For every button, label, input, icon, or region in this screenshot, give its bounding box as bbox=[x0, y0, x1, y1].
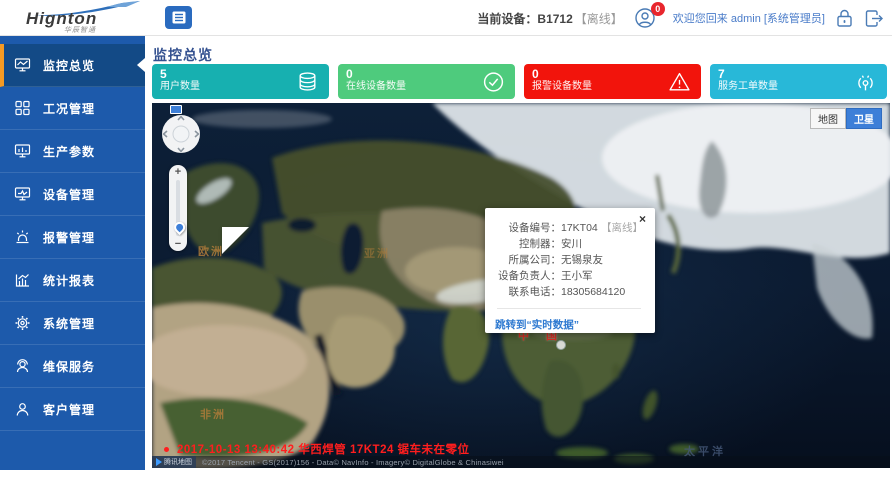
logout-icon bbox=[864, 9, 884, 28]
sidebar-item-statistics-report[interactable]: 统计报表 bbox=[0, 259, 145, 302]
popup-row-controller: 控制器：安川 bbox=[495, 236, 643, 252]
alarm-ticker: 2017-10-13 13:40:42 华西焊管 17KT24 锯车未在零位 bbox=[164, 441, 470, 457]
sidebar-item-label: 工况管理 bbox=[43, 100, 95, 117]
satellite-mode-button[interactable]: 卫星 bbox=[846, 108, 882, 129]
main-content: 监控总览 5 用户数量 0 在线设备数量 bbox=[145, 36, 892, 480]
bar-chart-icon bbox=[14, 272, 31, 288]
zoom-track[interactable] bbox=[176, 180, 180, 236]
map-pan-control[interactable] bbox=[160, 113, 202, 155]
map-type-toggle: 地图 卫星 bbox=[810, 108, 882, 129]
sidebar-item-label: 维保服务 bbox=[43, 358, 95, 375]
realtime-data-link[interactable]: 跳转到“实时数据” bbox=[495, 317, 643, 332]
header-right-group: 当前设备：B1712【离线】 0 欢迎您回来 admin [系统管理员] bbox=[477, 0, 884, 36]
sidebar-item-production-params[interactable]: 生产参数 bbox=[0, 130, 145, 173]
sidebar-item-device-mgmt[interactable]: 设备管理 bbox=[0, 173, 145, 216]
alert-message: 2017-10-13 13:40:42 华西焊管 17KT24 锯车未在零位 bbox=[177, 441, 470, 457]
sidebar-item-customer-mgmt[interactable]: 客户管理 bbox=[0, 388, 145, 431]
attribution-text: ©2017 Tencent - GS(2017)156 - Data© NavI… bbox=[202, 458, 504, 467]
support-headset-icon bbox=[14, 358, 31, 374]
logo-subtext: 华辰智通 bbox=[64, 25, 96, 35]
sidebar-item-alarm-mgmt[interactable]: 报警管理 bbox=[0, 216, 145, 259]
warning-triangle-icon bbox=[668, 70, 691, 93]
sidebar-toggle-button[interactable] bbox=[165, 6, 192, 29]
sidebar-item-condition-mgmt[interactable]: 工况管理 bbox=[0, 87, 145, 130]
lock-icon bbox=[835, 8, 854, 28]
database-icon bbox=[296, 70, 319, 93]
map-zoom-slider: + − bbox=[169, 165, 187, 251]
check-circle-icon bbox=[482, 70, 505, 93]
sidebar-item-label: 系统管理 bbox=[43, 315, 95, 332]
lock-screen-button[interactable] bbox=[835, 8, 854, 28]
welcome-user-text[interactable]: 欢迎您回来 admin [系统管理员] bbox=[673, 10, 825, 26]
popup-row-owner: 设备负责人：王小军 bbox=[495, 268, 643, 284]
alarm-siren-icon bbox=[14, 229, 31, 245]
popup-row-company: 所属公司：无锡泉友 bbox=[495, 252, 643, 268]
monitor-icon bbox=[14, 186, 31, 202]
app-window: Hignton 华辰智通 当前设备：B1712【离线】 0 bbox=[0, 0, 892, 480]
user-icon bbox=[14, 401, 31, 417]
device-status-text: 【离线】 bbox=[575, 12, 623, 26]
sidebar-nav: 监控总览 工况管理 生产参数 设备管理 bbox=[0, 36, 145, 470]
kpi-cards-row: 5 用户数量 0 在线设备数量 0 报警设备数量 bbox=[152, 64, 888, 99]
brand-logo: Hignton 华辰智通 bbox=[12, 1, 142, 35]
zoom-in-button[interactable]: + bbox=[175, 167, 181, 177]
sidebar-item-label: 生产参数 bbox=[43, 143, 95, 160]
sidebar-item-monitor-overview[interactable]: 监控总览 bbox=[0, 44, 145, 87]
zoom-thumb-handle[interactable] bbox=[172, 220, 188, 236]
sidebar-item-label: 设备管理 bbox=[43, 186, 95, 203]
current-device-text: 当前设备：B1712【离线】 bbox=[477, 10, 622, 27]
sidebar-item-label: 监控总览 bbox=[43, 57, 95, 74]
device-info-popup: × 设备编号：17KT04 【离线】 控制器：安川 所属公司：无锡泉友 设备负责… bbox=[485, 208, 655, 333]
popup-row-phone: 联系电话：18305684120 bbox=[495, 284, 643, 300]
map-label-africa: 非洲 bbox=[200, 406, 226, 422]
notifications-button[interactable]: 0 bbox=[633, 6, 663, 30]
kpi-card-alarm-devices: 0 报警设备数量 bbox=[524, 64, 701, 99]
broadcast-icon bbox=[854, 70, 877, 93]
sidebar-item-label: 统计报表 bbox=[43, 272, 95, 289]
page-title: 监控总览 bbox=[153, 45, 213, 65]
popup-device-status: 【离线】 bbox=[601, 220, 643, 236]
monitor-chart-icon bbox=[14, 57, 31, 73]
menu-list-icon bbox=[172, 11, 186, 24]
logout-button[interactable] bbox=[864, 9, 884, 28]
device-map-marker[interactable] bbox=[556, 340, 566, 350]
sidebar-item-maintenance-service[interactable]: 维保服务 bbox=[0, 345, 145, 388]
map-attribution-bar: 腾讯地图 ©2017 Tencent - GS(2017)156 - Data©… bbox=[152, 456, 890, 468]
map-overview-button[interactable] bbox=[170, 105, 182, 114]
popup-divider bbox=[497, 308, 641, 309]
map-mode-button[interactable]: 地图 bbox=[810, 108, 846, 129]
gear-icon bbox=[14, 315, 31, 331]
grid-icon bbox=[14, 100, 31, 116]
map-label-europe: 欧洲 bbox=[198, 243, 224, 259]
kpi-card-online-devices: 0 在线设备数量 bbox=[338, 64, 515, 99]
map-label-asia: 亚洲 bbox=[364, 245, 390, 261]
notification-badge: 0 bbox=[651, 2, 665, 16]
tencent-logo-icon bbox=[156, 458, 162, 466]
satellite-map-canvas[interactable]: 欧洲 亚洲 非洲 太平洋 中 国 地图 卫星 + bbox=[152, 103, 890, 468]
zoom-out-button[interactable]: − bbox=[175, 239, 181, 249]
popup-row-device-id: 设备编号：17KT04 【离线】 bbox=[495, 220, 643, 236]
sidebar-item-system-mgmt[interactable]: 系统管理 bbox=[0, 302, 145, 345]
monitor-bars-icon bbox=[14, 143, 31, 159]
sidebar-item-label: 报警管理 bbox=[43, 229, 95, 246]
popup-tail bbox=[222, 227, 249, 254]
kpi-card-work-orders: 7 服务工单数量 bbox=[710, 64, 887, 99]
alert-dot-icon bbox=[164, 447, 169, 452]
kpi-card-users: 5 用户数量 bbox=[152, 64, 329, 99]
tencent-map-logo: 腾讯地图 bbox=[152, 456, 196, 468]
sidebar-item-label: 客户管理 bbox=[43, 401, 95, 418]
top-header: Hignton 华辰智通 当前设备：B1712【离线】 0 bbox=[0, 0, 892, 36]
